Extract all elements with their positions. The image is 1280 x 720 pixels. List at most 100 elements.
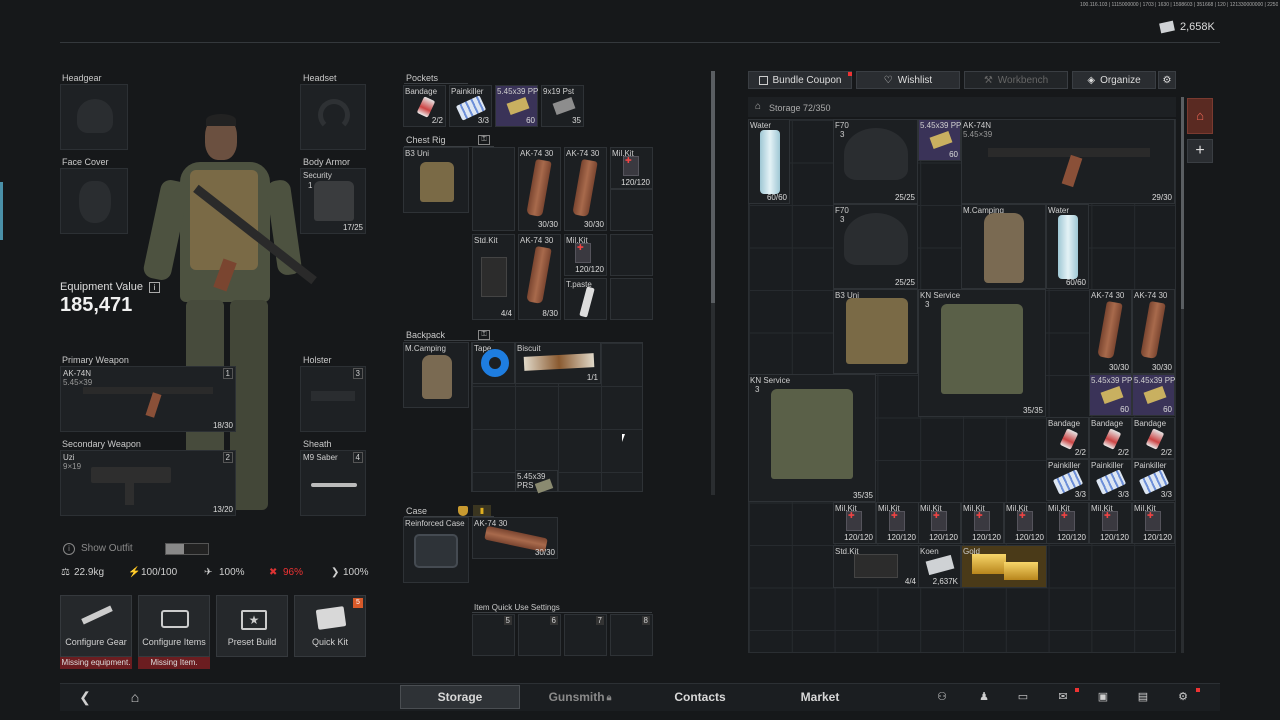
chat-icon[interactable]: ▭ [1016, 690, 1030, 704]
storage-milkit-7[interactable]: Mil.Kit120/120 [1089, 502, 1132, 544]
info-icon[interactable]: i [149, 282, 160, 293]
chest-rig-slot[interactable]: B3 Uni [403, 147, 469, 213]
storage-milkit-4[interactable]: Mil.Kit120/120 [961, 502, 1004, 544]
quick-use-slot-8[interactable]: 8 [610, 614, 653, 656]
chest-rig-icon [846, 298, 908, 364]
tab-storage[interactable]: Storage [400, 685, 520, 709]
rig-grid-empty[interactable] [610, 189, 653, 231]
primary-weapon-name: AK-74N [63, 369, 92, 378]
missing-item-warning: Missing Item. [138, 657, 210, 669]
bundle-coupon-button[interactable]: Bundle Coupon [748, 71, 852, 89]
squad-icon[interactable]: ⚇ [935, 690, 949, 704]
storage-milkit-8[interactable]: Mil.Kit120/120 [1132, 502, 1175, 544]
backpack-tape[interactable]: Tape [472, 342, 515, 384]
backpack-ammo-prs[interactable]: 5.45x39 PRS [515, 470, 558, 494]
case-slot[interactable]: Reinforced Case [403, 517, 469, 583]
sheath-slot[interactable]: M9 Saber 4 [300, 450, 366, 516]
chest-rig-lock-icon[interactable]: ⚿ [478, 135, 490, 145]
primary-weapon-slot[interactable]: AK-74N 5.45×39 1 18/30 [60, 366, 236, 432]
tab-market[interactable]: Market [760, 685, 880, 709]
home-nav-icon[interactable]: ⌂ [128, 690, 142, 704]
storage-bandage-2[interactable]: Bandage 2/2 [1089, 417, 1132, 459]
organize-button[interactable]: ◈ Organize [1072, 71, 1156, 89]
storage-mcamping-backpack[interactable]: M.Camping [961, 204, 1046, 289]
storage-painkiller-1[interactable]: Painkiller 3/3 [1046, 459, 1089, 501]
rig-grid-empty[interactable] [472, 147, 515, 231]
storage-ammo-545-1[interactable]: 5.45x39 PP 60 [918, 119, 961, 161]
middle-scrollbar[interactable] [711, 71, 715, 495]
storage-milkit-5[interactable]: Mil.Kit120/120 [1004, 502, 1047, 544]
rig-grid-empty[interactable] [610, 278, 653, 320]
case-ak-mag[interactable]: AK-74 30 30/30 [472, 517, 558, 559]
storage-home-tab[interactable]: ⌂ [1187, 98, 1213, 134]
workbench-button[interactable]: ⚒ Workbench [964, 71, 1068, 89]
ammo-box-icon [1143, 385, 1167, 405]
storage-b3-rig[interactable]: B3 Uni [833, 289, 918, 374]
tab-gunsmith[interactable]: Gunsmith 🔒︎ [520, 685, 640, 709]
rig-grid-empty[interactable] [610, 234, 653, 276]
storage-milkit-1[interactable]: Mil.Kit120/120 [833, 502, 876, 544]
preset-build-button[interactable]: ★ Preset Build [216, 595, 288, 657]
storage-water-1[interactable]: Water 60/60 [748, 119, 790, 204]
storage-ak74n[interactable]: AK-74N 5.45×39 29/30 [961, 119, 1175, 204]
add-storage-button[interactable]: + [1187, 139, 1213, 163]
rig-stdkit[interactable]: Std.Kit 4/4 [472, 234, 515, 320]
primary-ammo: 18/30 [212, 421, 233, 430]
storage-painkiller-2[interactable]: Painkiller 3/3 [1089, 459, 1132, 501]
configure-gear-button[interactable]: Configure Gear [60, 595, 132, 657]
pocket-ammo-919[interactable]: 9x19 Pst 35 [541, 85, 584, 127]
quick-kit-button[interactable]: 5 Quick Kit [294, 595, 366, 657]
case-label: Case [406, 506, 428, 516]
backpack-biscuit[interactable]: Biscuit 1/1 [515, 342, 601, 384]
storage-f70-helmet-1[interactable]: F70 3 25/25 [833, 119, 918, 204]
secondary-weapon-slot[interactable]: Uzi 9×19 2 13/20 [60, 450, 236, 516]
storage-ammo-545-2[interactable]: 5.45x39 PP 60 [1089, 374, 1132, 416]
rig-milkit-2[interactable]: Mil.Kit120/120 [564, 234, 607, 276]
configure-items-button[interactable]: Configure Items [138, 595, 210, 657]
settings-button[interactable]: ⚙ [1158, 71, 1176, 89]
headgear-slot[interactable] [60, 84, 128, 150]
storage-milkit-2[interactable]: Mil.Kit120/120 [876, 502, 919, 544]
storage-ammo-545-3[interactable]: 5.45x39 PP 60 [1132, 374, 1175, 416]
storage-koen[interactable]: Koen 2,637K [918, 545, 961, 588]
storage-bandage-1[interactable]: Bandage 2/2 [1046, 417, 1089, 459]
storage-water-2[interactable]: Water 60/60 [1046, 204, 1089, 289]
backpack-slot[interactable]: M.Camping [403, 342, 469, 408]
storage-milkit-6[interactable]: Mil.Kit120/120 [1046, 502, 1089, 544]
tab-contacts[interactable]: Contacts [640, 685, 760, 709]
storage-ak-mag-1[interactable]: AK-74 30 30/30 [1089, 289, 1132, 374]
settings-gear-icon[interactable]: ⚙ [1176, 690, 1190, 704]
storage-bandage-3[interactable]: Bandage 2/2 [1132, 417, 1175, 459]
storage-f70-helmet-2[interactable]: F70 3 25/25 [833, 204, 918, 289]
rig-mag-2[interactable]: AK-74 30 30/30 [564, 147, 607, 231]
storage-kn-service-2[interactable]: KN Service 3 35/35 [748, 374, 876, 502]
holster-slot[interactable]: 3 [300, 366, 366, 432]
rig-milkit-1[interactable]: Mil.Kit120/120 [610, 147, 653, 189]
face-cover-slot[interactable] [60, 168, 128, 234]
pocket-ammo-545[interactable]: 5.45x39 PP 60 [495, 85, 538, 127]
mail-icon[interactable]: ✉ [1056, 690, 1070, 704]
rig-mag-1[interactable]: AK-74 30 30/30 [518, 147, 561, 231]
backpack-lock-icon[interactable]: ⚿ [478, 330, 490, 340]
rig-toothpaste[interactable]: T.paste [564, 278, 607, 320]
back-arrow-icon[interactable]: ❮ [78, 690, 92, 704]
pocket-painkiller[interactable]: Painkiller 3/3 [449, 85, 492, 127]
storage-stdkit[interactable]: Std.Kit 4/4 [833, 545, 919, 588]
friends-icon[interactable]: ♟ [977, 690, 991, 704]
pocket-bandage[interactable]: Bandage 2/2 [403, 85, 446, 127]
storage-milkit-3[interactable]: Mil.Kit120/120 [918, 502, 961, 544]
quick-use-slot-5[interactable]: 5 [472, 614, 515, 656]
storage-kn-service-1[interactable]: KN Service 3 35/35 [918, 289, 1046, 417]
holster-label: Holster [303, 355, 332, 365]
quick-use-slot-7[interactable]: 7 [564, 614, 607, 656]
storage-painkiller-3[interactable]: Painkiller 3/3 [1132, 459, 1175, 501]
storage-gold[interactable]: Gold [961, 545, 1047, 588]
storage-ak-mag-2[interactable]: AK-74 30 30/30 [1132, 289, 1175, 374]
quick-use-slot-6[interactable]: 6 [518, 614, 561, 656]
storage-scrollbar[interactable] [1181, 97, 1184, 653]
journal-icon[interactable]: ▤ [1136, 690, 1150, 704]
shop-icon[interactable]: ▣ [1096, 690, 1110, 704]
rig-mag-3[interactable]: AK-74 30 8/30 [518, 234, 561, 320]
wishlist-button[interactable]: ♡ Wishlist [856, 71, 960, 89]
show-outfit-toggle[interactable] [165, 543, 209, 555]
